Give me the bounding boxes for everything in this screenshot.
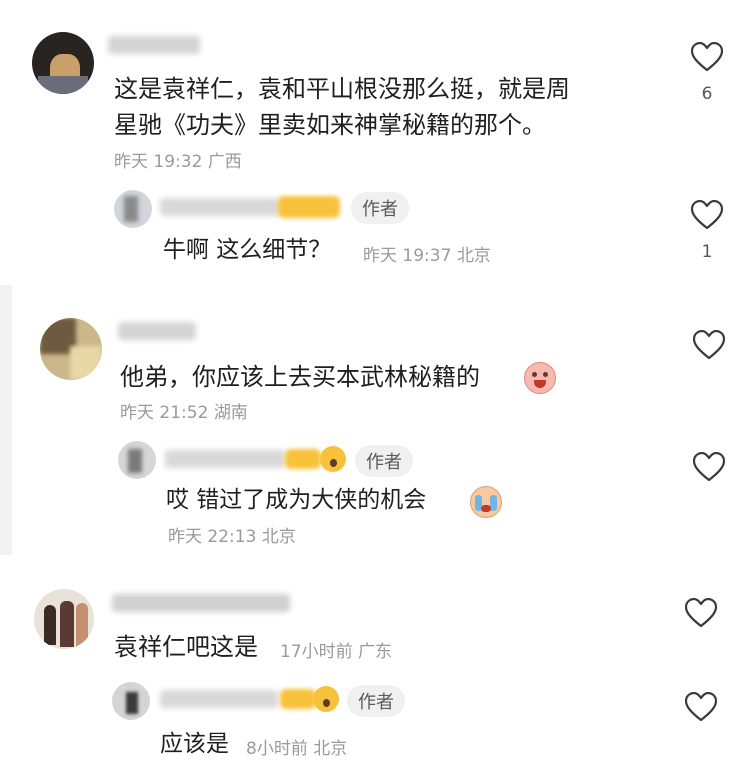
username-blurred[interactable] xyxy=(112,594,290,612)
thread-divider xyxy=(0,285,12,555)
comment-location: 湖南 xyxy=(213,403,248,423)
comment-time: 昨天 21:52 xyxy=(120,403,209,423)
reply-time: 8小时前 xyxy=(246,739,308,759)
reply-meta: 昨天 22:13 北京 xyxy=(168,522,296,547)
comment-text: 他弟，你应该上去买本武林秘籍的 xyxy=(120,363,480,391)
author-badge: 作者 xyxy=(355,445,413,477)
reply-username-blurred[interactable] xyxy=(160,198,280,216)
comment-meta: 昨天 21:52 湖南 xyxy=(120,398,248,423)
avatar[interactable] xyxy=(32,32,94,94)
sobbing-emoji-icon xyxy=(470,486,502,518)
reply-username-blurred[interactable] xyxy=(165,450,285,468)
author-badge: 作者 xyxy=(351,192,409,224)
comment-text-line2: 星驰《功夫》里卖如来神掌秘籍的那个。 xyxy=(114,111,546,139)
yawn-emoji-icon xyxy=(313,686,339,712)
like-heart-icon[interactable] xyxy=(692,452,726,482)
avatar[interactable] xyxy=(40,318,102,380)
reply-meta: 昨天 19:37 北京 xyxy=(363,241,491,266)
comment-meta: 昨天 19:32 广西 xyxy=(114,147,242,172)
comment-meta: 17小时前 广东 xyxy=(280,637,392,662)
reply-meta: 8小时前 北京 xyxy=(246,734,347,759)
yawn-emoji-icon xyxy=(320,446,346,472)
reply-time: 昨天 22:13 xyxy=(168,527,257,547)
like-count: 1 xyxy=(701,242,713,262)
crying-emoji-icon xyxy=(524,362,556,394)
comment-location: 广东 xyxy=(358,642,393,662)
reply-location: 北京 xyxy=(261,527,296,547)
emoji-sticker-icon xyxy=(278,196,340,218)
comment-time: 17小时前 xyxy=(280,642,353,662)
comment-time: 昨天 19:32 xyxy=(114,152,203,172)
like-heart-icon[interactable] xyxy=(692,330,726,360)
reply-location: 北京 xyxy=(313,739,348,759)
reply-avatar[interactable] xyxy=(114,190,152,228)
reply-username-blurred[interactable] xyxy=(160,690,278,708)
reply-avatar[interactable] xyxy=(112,682,150,720)
username-blurred[interactable] xyxy=(118,322,196,340)
reply-text: 应该是 xyxy=(160,731,229,757)
like-heart-icon[interactable] xyxy=(690,42,724,72)
reply-location: 北京 xyxy=(456,246,491,266)
author-badge: 作者 xyxy=(347,685,405,717)
like-heart-icon[interactable] xyxy=(684,598,718,628)
avatar[interactable] xyxy=(34,589,94,649)
username-blurred[interactable] xyxy=(108,36,200,54)
emoji-sticker-icon xyxy=(285,449,321,469)
like-count: 6 xyxy=(701,84,713,104)
reply-time: 昨天 19:37 xyxy=(363,246,452,266)
like-heart-icon[interactable] xyxy=(684,692,718,722)
comment-text: 这是袁祥仁，袁和平山根没那么挺，就是周 xyxy=(114,75,570,103)
comment-text: 袁祥仁吧这是 xyxy=(114,633,258,661)
reply-text: 哎 错过了成为大侠的机会 xyxy=(166,487,427,513)
emoji-sticker-icon xyxy=(280,689,316,709)
reply-avatar[interactable] xyxy=(118,441,156,479)
comment-location: 广西 xyxy=(207,152,242,172)
reply-text: 牛啊 这么细节？ xyxy=(163,237,332,263)
like-heart-icon[interactable] xyxy=(690,200,724,230)
